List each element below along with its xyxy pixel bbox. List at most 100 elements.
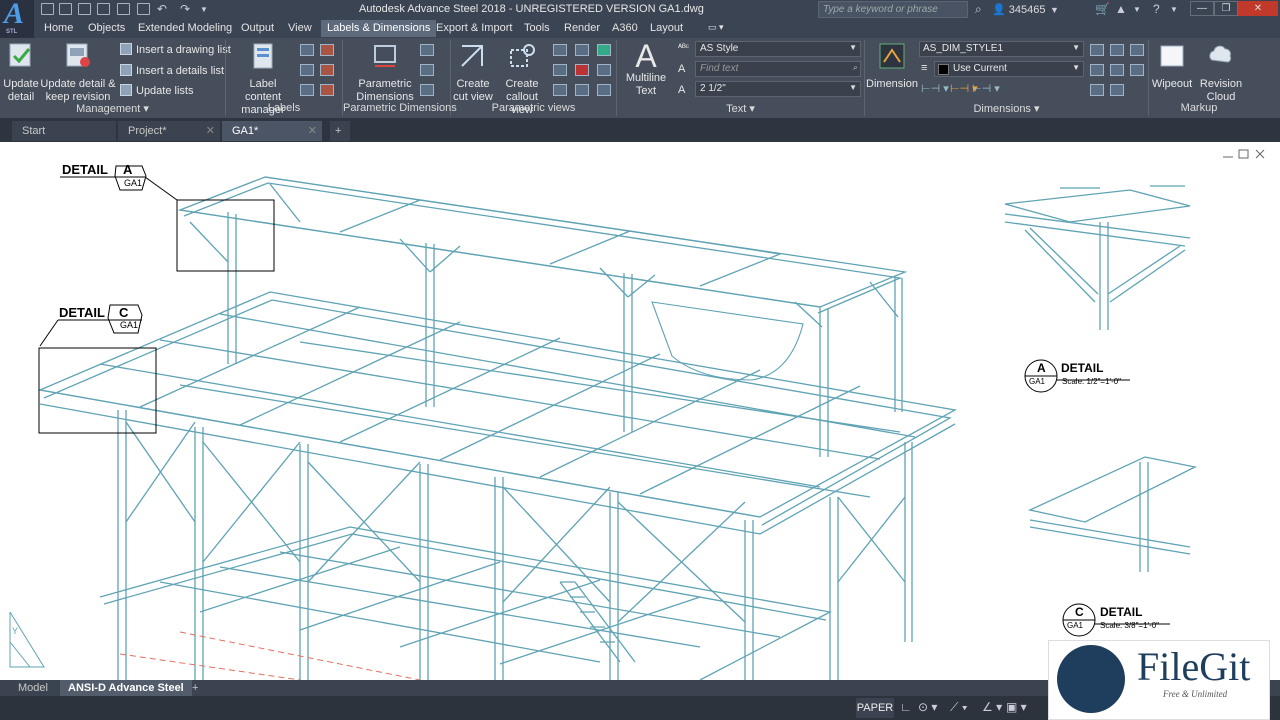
minimize-button[interactable]: —	[1190, 1, 1214, 16]
find-text-icon[interactable]: A	[678, 63, 685, 75]
drawing-canvas[interactable]: DETAIL A GA1 DETAIL C GA1 A GA1 DETAIL S…	[0, 142, 1280, 681]
a360-icon[interactable]: ▲	[1115, 2, 1127, 16]
text-style-icon[interactable]: ᴬᴮᶜ	[678, 42, 689, 52]
cart-icon[interactable]: 🛒	[1095, 2, 1110, 16]
dim-tool-6-icon[interactable]	[1110, 84, 1124, 96]
param-view-tool-4-icon[interactable]	[575, 44, 589, 56]
label-tool-5-icon[interactable]	[320, 64, 334, 76]
a360-dropdown-icon[interactable]: ▼	[1133, 5, 1141, 14]
dim-tool-3-icon[interactable]	[1090, 84, 1104, 96]
label-tool-1-icon[interactable]	[300, 44, 314, 56]
tab-layout[interactable]: Layout	[644, 20, 689, 37]
new-tab-button[interactable]: +	[330, 121, 350, 141]
dim-tool-7-icon[interactable]	[1130, 44, 1144, 56]
doc-tab-start[interactable]: Start	[12, 121, 116, 141]
search-binoculars-icon[interactable]: ⌕	[975, 2, 982, 17]
close-button[interactable]: ✕	[1238, 1, 1278, 16]
label-tool-3-icon[interactable]	[300, 84, 314, 96]
dim-baseline-icon[interactable]: ⊢⊣ ▾	[972, 82, 1000, 95]
tab-objects[interactable]: Objects	[82, 20, 131, 37]
user-account[interactable]: 👤 345465	[992, 3, 1045, 16]
tab-a360[interactable]: A360	[606, 20, 644, 37]
tab-extended-modeling[interactable]: Extended Modeling	[132, 20, 238, 37]
dimension-button[interactable]: Dimension	[866, 42, 918, 91]
label-tool-2-icon[interactable]	[300, 64, 314, 76]
close-tab-icon[interactable]: ✕	[206, 124, 215, 137]
ortho-icon[interactable]: ∠ ▾	[982, 700, 1002, 714]
update-detail-button[interactable]: Update detail	[2, 42, 40, 104]
param-dim-tool-3-icon[interactable]	[420, 84, 434, 96]
tab-export-import[interactable]: Export & Import	[430, 20, 518, 37]
tab-output[interactable]: Output	[235, 20, 280, 37]
tab-labels-dimensions[interactable]: Labels & Dimensions	[321, 20, 437, 37]
dim-style-select[interactable]: AS_DIM_STYLE1 ▼	[919, 41, 1084, 57]
param-view-tool-6-icon[interactable]	[575, 84, 589, 96]
tab-view[interactable]: View	[282, 20, 318, 37]
param-view-tool-2-icon[interactable]	[553, 64, 567, 76]
param-view-tool-9-icon[interactable]	[597, 84, 611, 96]
ribbon-options-icon[interactable]: ▭ ▾	[702, 20, 730, 37]
wipeout-button[interactable]: Wipeout	[1150, 42, 1194, 91]
multiline-text-button[interactable]: A Multiline Text	[622, 40, 670, 98]
dim-linear-icon[interactable]: ⊢⊣ ▾	[921, 82, 949, 95]
param-dim-tool-2-icon[interactable]	[420, 64, 434, 76]
doc-tab-project[interactable]: Project* ✕	[118, 121, 220, 141]
new-layout-button[interactable]: +	[184, 680, 206, 696]
close-tab-icon[interactable]: ✕	[308, 124, 317, 137]
layout-tab-model[interactable]: Model	[10, 680, 56, 696]
plot-icon[interactable]	[137, 3, 150, 15]
dim-tool-1-icon[interactable]	[1090, 44, 1104, 56]
param-view-tool-7-icon[interactable]	[597, 44, 611, 56]
osnap-icon[interactable]: ⟋ ▾	[950, 700, 968, 715]
undo-icon[interactable]: ↶	[157, 2, 167, 16]
dim-tool-2-icon[interactable]	[1090, 64, 1104, 76]
text-height-select[interactable]: 2 1/2" ▼	[695, 81, 861, 97]
search-input[interactable]: Type a keyword or phrase	[818, 1, 968, 18]
param-view-tool-3-icon[interactable]	[553, 84, 567, 96]
application-menu-button[interactable]: A STL	[0, 0, 34, 38]
find-text-input[interactable]: Find text ⌕	[695, 61, 861, 77]
redo-icon[interactable]: ↷	[180, 2, 190, 16]
save-as-icon[interactable]	[97, 3, 110, 15]
create-cut-view-button[interactable]: Create cut view	[452, 42, 494, 104]
user-dropdown-icon[interactable]: ▼	[1050, 5, 1059, 15]
panel-text-title[interactable]: Text ▾	[617, 102, 864, 118]
tab-tools[interactable]: Tools	[518, 20, 556, 37]
open-file-icon[interactable]	[59, 3, 72, 15]
print-icon[interactable]	[117, 3, 130, 15]
insert-details-list-button[interactable]: Insert a details list	[120, 64, 224, 77]
param-dim-tool-1-icon[interactable]	[420, 44, 434, 56]
annotation-icon[interactable]: ▣ ▾	[1006, 700, 1027, 714]
snap-icon[interactable]: ∟	[900, 700, 912, 714]
tab-home[interactable]: Home	[38, 20, 79, 37]
save-icon[interactable]	[78, 3, 91, 15]
maximize-button[interactable]: ❐	[1214, 1, 1238, 16]
layout-tab-ansi-d[interactable]: ANSI-D Advance Steel	[60, 680, 192, 696]
insert-drawing-list-button[interactable]: Insert a drawing list	[120, 43, 231, 56]
help-dropdown-icon[interactable]: ▼	[1170, 5, 1178, 14]
param-view-tool-8-icon[interactable]	[597, 64, 611, 76]
param-view-delete-icon[interactable]	[575, 64, 589, 76]
revision-cloud-button[interactable]: Revision Cloud	[1198, 42, 1244, 104]
new-file-icon[interactable]	[41, 3, 54, 15]
paper-space-toggle[interactable]: PAPER	[856, 698, 894, 718]
qat-dropdown-icon[interactable]: ▼	[200, 5, 208, 14]
doc-tab-ga1[interactable]: GA1* ✕	[222, 121, 322, 141]
update-detail-keep-revision-button[interactable]: Update detail & keep revision	[40, 42, 116, 104]
update-lists-button[interactable]: Update lists	[120, 84, 193, 97]
text-style-select[interactable]: AS Style ▼	[695, 41, 861, 57]
text-height-icon[interactable]: A	[678, 84, 685, 96]
layer-select[interactable]: Use Current ▼	[934, 61, 1084, 77]
dim-tool-4-icon[interactable]	[1110, 44, 1124, 56]
polar-icon[interactable]: ⊙ ▾	[918, 700, 937, 714]
dim-tool-8-icon[interactable]	[1130, 64, 1144, 76]
help-icon[interactable]: ?	[1153, 2, 1160, 16]
label-tool-6-icon[interactable]	[320, 84, 334, 96]
tab-render[interactable]: Render	[558, 20, 606, 37]
label-tool-4-icon[interactable]	[320, 44, 334, 56]
panel-dimensions-title[interactable]: Dimensions ▾	[865, 102, 1148, 118]
dim-tool-5-icon[interactable]	[1110, 64, 1124, 76]
param-view-tool-1-icon[interactable]	[553, 44, 567, 56]
panel-management-title[interactable]: Management ▾	[0, 102, 225, 118]
parametric-dimensions-button[interactable]: Parametric Dimensions	[356, 42, 414, 104]
